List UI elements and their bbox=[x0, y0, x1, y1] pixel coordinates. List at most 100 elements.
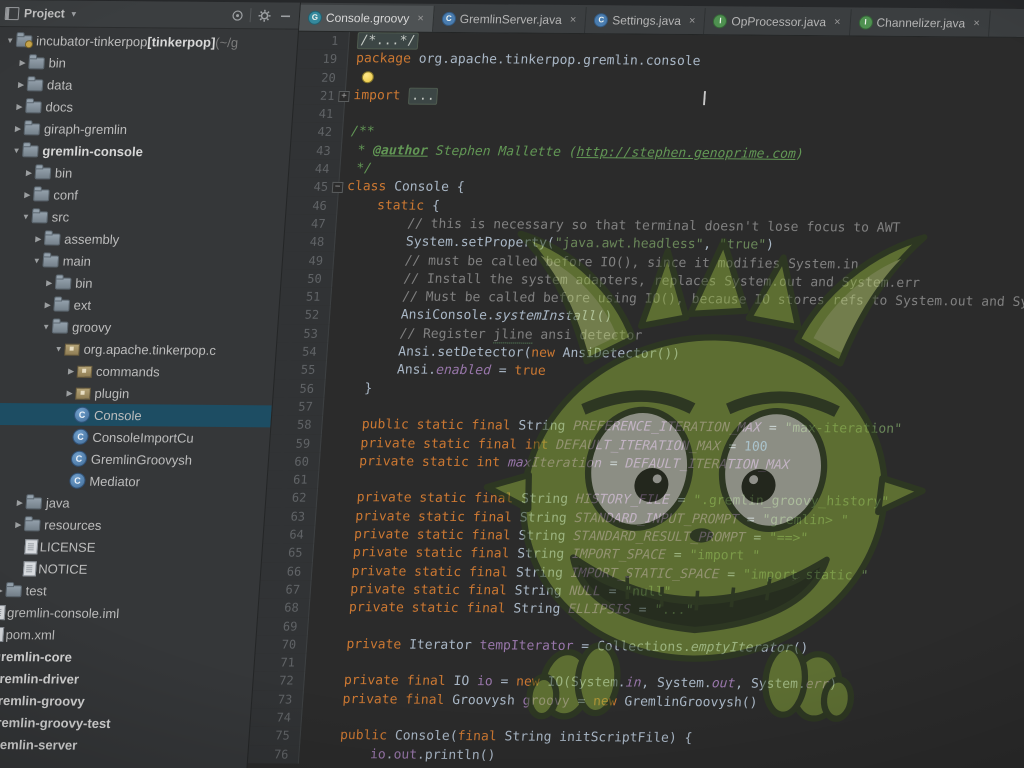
close-icon[interactable]: × bbox=[417, 13, 424, 25]
tab-console-groovy[interactable]: GConsole.groovy× bbox=[299, 5, 435, 32]
tree-item-assembly[interactable]: ▶assembly bbox=[0, 227, 284, 252]
code-text[interactable]: /** bbox=[342, 123, 375, 142]
code-editor[interactable]: 1/*...*/19package org.apache.tinkerpop.g… bbox=[245, 32, 1024, 768]
tree-item-resources[interactable]: ▶resources bbox=[0, 513, 264, 538]
chevron-expanded-icon[interactable]: ▼ bbox=[51, 344, 66, 353]
code-text[interactable]: class Console { bbox=[338, 178, 465, 197]
code-text[interactable] bbox=[346, 69, 377, 88]
locate-icon[interactable] bbox=[229, 7, 246, 23]
tree-item-bin[interactable]: ▶bin bbox=[0, 271, 281, 296]
gear-icon[interactable] bbox=[256, 7, 273, 23]
tree-item-gremlin-groovy[interactable]: ▶gremlin-groovy bbox=[0, 689, 252, 714]
tree-item-main[interactable]: ▼main bbox=[0, 249, 283, 274]
code-text[interactable] bbox=[301, 709, 310, 727]
tree-item-gremlin-driver[interactable]: ▶gremlin-driver bbox=[0, 667, 253, 692]
fold-marker[interactable]: − bbox=[332, 182, 344, 193]
code-token bbox=[322, 527, 354, 542]
tree-item-gremlin-core[interactable]: ▶gremlin-core bbox=[0, 645, 255, 670]
code-text[interactable] bbox=[318, 471, 327, 489]
tree-item-groovy[interactable]: ▼groovy bbox=[0, 315, 278, 340]
close-icon[interactable]: × bbox=[834, 16, 841, 28]
code-text[interactable]: package org.apache.tinkerpop.gremlin.con… bbox=[347, 50, 701, 71]
chevron-collapsed-icon[interactable]: ▶ bbox=[40, 300, 55, 309]
code-text[interactable]: /*...*/ bbox=[349, 32, 419, 51]
intention-bulb-icon[interactable] bbox=[362, 72, 373, 82]
tree-item-label: plugin bbox=[94, 385, 130, 400]
tree-item-test[interactable]: ▶test bbox=[0, 579, 260, 604]
code-text[interactable]: static { bbox=[337, 197, 440, 216]
chevron-expanded-icon[interactable]: ▼ bbox=[39, 322, 54, 331]
folder-icon bbox=[32, 212, 47, 222]
code-token: /** bbox=[350, 125, 375, 140]
chevron-collapsed-icon[interactable]: ▶ bbox=[14, 80, 29, 89]
chevron-collapsed-icon[interactable]: ▶ bbox=[11, 124, 26, 133]
tree-item-docs[interactable]: ▶docs bbox=[0, 95, 293, 120]
code-text[interactable]: Ansi.enabled = true bbox=[326, 361, 547, 381]
code-text[interactable]: AnsiConsole.systemInstall() bbox=[330, 306, 613, 327]
tree-item-console[interactable]: CConsole bbox=[0, 403, 272, 428]
tree-item-incubator-tinkerpop[interactable]: ▼incubator-tinkerpop [tinkerpop] (~/g bbox=[0, 29, 298, 54]
code-text[interactable] bbox=[323, 398, 332, 416]
tree-item-org-apache-tinkerpop-c[interactable]: ▼org.apache.tinkerpop.c bbox=[0, 337, 276, 362]
close-icon[interactable]: × bbox=[689, 15, 696, 27]
code-token: private static final bbox=[352, 545, 517, 561]
tree-item-notice[interactable]: NOTICE bbox=[0, 557, 261, 582]
tree-item-gremlingroovysh[interactable]: CGremlinGroovysh bbox=[0, 447, 269, 472]
code-token: class bbox=[347, 179, 395, 194]
tab-channelizer-java[interactable]: IChannelizer.java× bbox=[850, 9, 991, 36]
code-text[interactable]: import ... bbox=[345, 87, 707, 108]
tab-opprocessor-java[interactable]: IOpProcessor.java× bbox=[704, 8, 851, 35]
chevron-collapsed-icon[interactable]: ▶ bbox=[31, 234, 46, 243]
code-text[interactable]: } bbox=[324, 379, 372, 398]
chevron-collapsed-icon[interactable]: ▶ bbox=[20, 190, 35, 199]
tree-item-conf[interactable]: ▶conf bbox=[0, 183, 287, 208]
tree-item-plugin[interactable]: ▶ plugin bbox=[0, 381, 273, 406]
tree-item-commands[interactable]: ▶commands bbox=[0, 359, 275, 384]
chevron-collapsed-icon[interactable]: ▶ bbox=[64, 366, 79, 375]
chevron-expanded-icon[interactable]: ▼ bbox=[9, 146, 24, 155]
code-text[interactable]: */ bbox=[340, 160, 373, 179]
tree-item-gremlin-console-iml[interactable]: gremlin-console.iml bbox=[0, 601, 258, 626]
tree-item-mediator[interactable]: CMediator bbox=[0, 469, 267, 494]
folded-region[interactable]: /*...*/ bbox=[357, 32, 419, 50]
close-icon[interactable]: × bbox=[569, 14, 576, 26]
chevron-expanded-icon[interactable]: ▼ bbox=[19, 212, 34, 221]
code-text[interactable]: private static final String ELLIPSIS = "… bbox=[309, 599, 694, 621]
tree-item-bin[interactable]: ▶bin bbox=[0, 161, 289, 186]
tree-item-giraph-gremlin[interactable]: ▶giraph-gremlin bbox=[0, 117, 292, 142]
minimize-icon[interactable] bbox=[277, 7, 294, 23]
tree-item-license[interactable]: LICENSE bbox=[0, 535, 263, 560]
tree-item-gremlin-groovy-test[interactable]: ▶gremlin-groovy-test bbox=[0, 711, 250, 736]
tree-item-pom-xml[interactable]: pom.xml bbox=[0, 623, 256, 648]
tree-item-ext[interactable]: ▶ext bbox=[0, 293, 280, 318]
chevron-collapsed-icon[interactable]: ▶ bbox=[42, 278, 57, 287]
chevron-expanded-icon[interactable]: ▼ bbox=[3, 36, 18, 45]
folder-icon bbox=[36, 168, 51, 178]
tree-item-label: gremlin-core bbox=[0, 648, 72, 664]
tab-gremlinserver-java[interactable]: CGremlinServer.java× bbox=[433, 6, 587, 33]
fold-marker[interactable]: + bbox=[338, 91, 350, 102]
tree-item-java[interactable]: ▶java bbox=[0, 491, 266, 516]
chevron-expanded-icon[interactable]: ▼ bbox=[30, 256, 45, 265]
tree-item-data[interactable]: ▶data bbox=[0, 73, 295, 98]
chevron-collapsed-icon[interactable]: ▶ bbox=[12, 102, 27, 111]
chevron-down-icon[interactable]: ▼ bbox=[69, 9, 78, 18]
tab-settings-java[interactable]: CSettings.java× bbox=[585, 7, 706, 34]
tree-item-gremlin-server[interactable]: ▶gremlin-server bbox=[0, 733, 249, 758]
code-text[interactable]: io.out.println() bbox=[299, 745, 496, 765]
chevron-collapsed-icon[interactable]: ▶ bbox=[15, 58, 30, 67]
chevron-collapsed-icon[interactable]: ▶ bbox=[13, 498, 28, 507]
tree-item-src[interactable]: ▼src bbox=[0, 205, 286, 230]
chevron-collapsed-icon[interactable]: ▶ bbox=[62, 388, 77, 397]
tree-item-gremlin-console[interactable]: ▼gremlin-console bbox=[0, 139, 290, 164]
tree-item-bin[interactable]: ▶bin bbox=[0, 51, 296, 76]
code-text[interactable] bbox=[344, 105, 353, 123]
chevron-collapsed-icon[interactable]: ▶ bbox=[22, 168, 37, 177]
code-text[interactable] bbox=[308, 617, 317, 635]
tree-item-consoleimportcu[interactable]: CConsoleImportCu bbox=[0, 425, 270, 450]
code-text[interactable] bbox=[305, 654, 314, 672]
chevron-collapsed-icon[interactable]: ▶ bbox=[11, 520, 26, 529]
code-token: Ansi.setDetector( bbox=[335, 344, 532, 361]
folded-region[interactable]: ... bbox=[408, 87, 439, 104]
close-icon[interactable]: × bbox=[973, 17, 980, 29]
